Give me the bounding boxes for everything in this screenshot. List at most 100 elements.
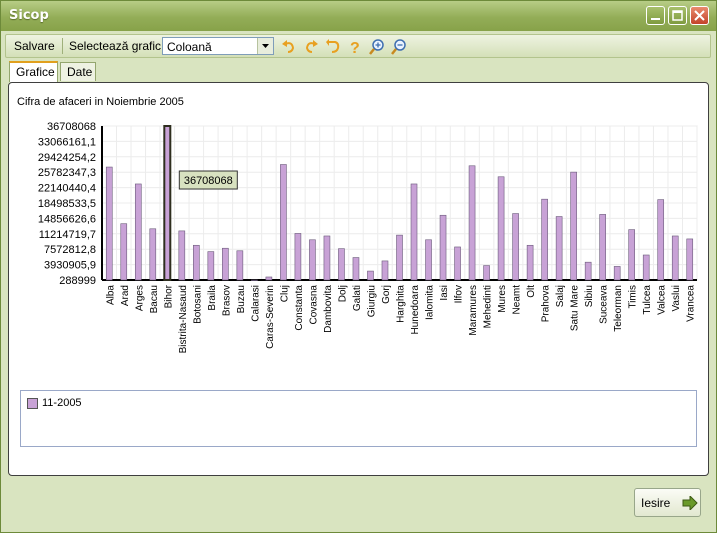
zoom-in-icon[interactable] — [369, 38, 386, 55]
x-tick-label: Dambovita — [323, 285, 334, 333]
x-tick-label: Satu Mare — [570, 285, 581, 332]
tab-date[interactable]: Date — [60, 62, 96, 81]
chart-bar — [628, 229, 635, 281]
y-tick-label: 18498533,5 — [38, 198, 96, 210]
chart-bar — [309, 239, 316, 281]
refresh-icon[interactable] — [325, 38, 342, 55]
chart-bar — [236, 250, 244, 281]
x-tick-label: Timis — [628, 285, 639, 309]
chart-bar — [367, 270, 374, 281]
app-window: Sicop Salvare Selectează grafic Coloană … — [0, 0, 717, 533]
x-tick-label: Calarasi — [250, 285, 261, 322]
chart-bar — [193, 244, 200, 281]
close-button[interactable] — [690, 6, 709, 25]
chart-bar — [178, 230, 186, 281]
chart-bar — [686, 238, 694, 281]
chart-bar — [323, 235, 331, 281]
x-tick-label: Bistrita-Nasaud — [178, 285, 189, 353]
x-tick-label: Bacau — [149, 285, 160, 313]
chart-bar — [642, 254, 650, 281]
x-tick-label: Harghita — [396, 285, 407, 323]
zoom-out-icon[interactable] — [391, 38, 408, 55]
close-icon — [694, 10, 705, 21]
chart-bar — [222, 247, 229, 281]
exit-button[interactable]: Iesire — [634, 488, 701, 517]
y-tick-label: 33066161,1 — [38, 136, 96, 148]
x-tick-label: Brasov — [221, 285, 232, 316]
x-tick-label: Galati — [352, 285, 363, 311]
x-tick-label: Constanta — [294, 285, 305, 331]
chart-bar — [526, 244, 534, 281]
x-tick-label: Neamt — [512, 285, 523, 315]
chart-bar — [280, 164, 287, 281]
x-tick-label: Suceava — [599, 285, 610, 324]
x-tick-label: Vaslui — [671, 285, 682, 312]
help-icon[interactable]: ? — [347, 38, 364, 55]
y-tick-label: 11214719,7 — [39, 229, 96, 241]
chart-bar — [396, 234, 403, 281]
maximize-button[interactable] — [668, 6, 687, 25]
undo-icon[interactable] — [280, 38, 297, 55]
chart-bar — [599, 214, 606, 281]
y-tick-label: 29424254,2 — [38, 152, 96, 164]
chart-bar — [613, 266, 621, 281]
chart-bar — [338, 248, 345, 281]
chart-bar — [439, 214, 447, 281]
chart-panel: Cifra de afaceri in Noiembrie 2005 36708… — [8, 82, 709, 476]
tab-grafice[interactable]: Grafice — [9, 61, 58, 82]
bottom-bar — [1, 481, 716, 532]
x-tick-label: Bihor — [163, 284, 174, 308]
redo-icon[interactable] — [303, 38, 320, 55]
chart-bar — [105, 166, 113, 281]
svg-text:?: ? — [350, 40, 360, 55]
y-tick-label: 288999 — [59, 275, 96, 287]
chart-bar — [468, 165, 476, 281]
save-button[interactable]: Salvare — [14, 39, 55, 53]
x-tick-label: Iasi — [439, 285, 450, 301]
x-tick-label: Prahova — [541, 285, 552, 323]
chart-bar — [352, 257, 360, 281]
chart-type-select[interactable]: Coloană — [162, 37, 274, 55]
chart-bar — [294, 233, 302, 281]
select-chart-label: Selectează grafic — [69, 39, 162, 53]
x-tick-label: Botosani — [192, 285, 203, 324]
x-tick-label: Tulcea — [642, 285, 653, 315]
bar-chart: 36708068 33066161,1 29424254,2 25782347,3 22… — [38, 121, 698, 353]
x-tick-label: Arad — [120, 285, 131, 306]
minimize-icon — [651, 18, 660, 20]
x-tick-label: Salaj — [555, 285, 566, 307]
x-tick-label: Mehedinti — [483, 285, 494, 328]
chart-bar — [657, 199, 665, 281]
chart-bar — [410, 183, 418, 281]
chevron-down-icon[interactable] — [257, 38, 273, 54]
chart-bar — [671, 235, 679, 281]
chart-bar — [163, 125, 172, 281]
x-tick-label: Vrancea — [686, 285, 697, 322]
chart-bar — [555, 216, 563, 281]
x-tick-label: Giurgiu — [366, 285, 377, 317]
title-bar[interactable]: Sicop — [1, 1, 716, 31]
legend-swatch — [27, 398, 38, 409]
legend-label: 11-2005 — [42, 397, 82, 409]
minimize-button[interactable] — [646, 6, 665, 25]
chart-bar — [251, 279, 258, 281]
x-tick-label: Caras-Severin — [265, 285, 276, 349]
chart-bar — [265, 276, 273, 281]
y-tick-label: 36708068 — [47, 121, 96, 133]
exit-label: Iesire — [641, 496, 671, 510]
x-tick-label: Alba — [105, 285, 116, 305]
x-tick-label: Hunedoara — [410, 285, 421, 335]
y-tick-label: 22140440,4 — [38, 183, 96, 195]
y-tick-label: 7572812,8 — [44, 244, 96, 256]
chart-bar — [584, 261, 592, 281]
x-tick-label: Cluj — [279, 285, 290, 302]
chart-type-value: Coloană — [167, 40, 212, 54]
chart-bar — [512, 213, 519, 281]
chart-bar — [120, 223, 128, 281]
chart-bar — [425, 239, 432, 281]
x-tick-label: Sibiu — [584, 285, 595, 307]
chart-bar — [541, 198, 548, 281]
chart-bar — [570, 171, 577, 281]
chart-bar — [134, 183, 142, 281]
arrow-right-icon — [682, 496, 698, 510]
